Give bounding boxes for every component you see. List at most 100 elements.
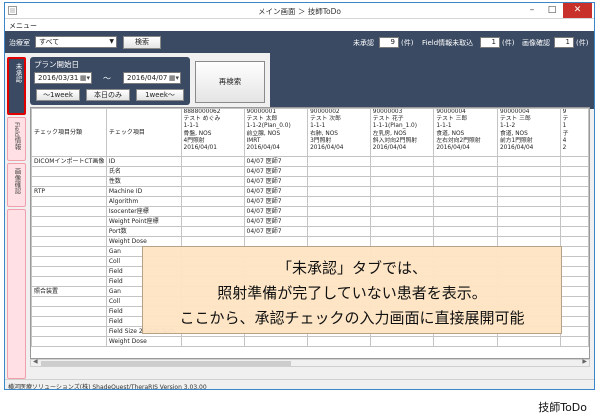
grid-cell[interactable] — [180, 206, 245, 217]
grid-cell[interactable] — [307, 166, 371, 177]
calendar-icon[interactable]: ▦▾ — [80, 73, 90, 83]
search-button[interactable]: 検索 — [123, 36, 161, 49]
grid-cell[interactable] — [559, 226, 589, 237]
grid-cell[interactable] — [559, 266, 589, 277]
grid-cell[interactable] — [369, 336, 435, 347]
grid-cell[interactable]: 04/07 医師7 — [243, 176, 309, 187]
grid-cell[interactable] — [496, 186, 561, 197]
table-row[interactable]: Algorithm 04/07 医師7 — [31, 196, 589, 207]
grid-cell[interactable] — [369, 236, 435, 247]
research-button[interactable]: 再検索 — [195, 61, 265, 103]
grid-cell[interactable] — [559, 156, 589, 167]
horizontal-scrollbar[interactable]: ◀ ▶ — [30, 358, 590, 367]
patient-column-header[interactable]: 90000004 テスト 三郎 1-1-2 食道, NOS 前方1門照射 2016/04/… — [496, 108, 561, 157]
grid-cell[interactable] — [369, 196, 435, 207]
grid-cell[interactable]: 04/07 医師7 — [243, 226, 309, 237]
menu-item-menu[interactable]: メニュー — [9, 21, 37, 31]
grid-cell[interactable]: 04/07 医師7 — [243, 156, 309, 167]
tab-field-info[interactable]: Field情報 — [7, 117, 26, 161]
grid-cell[interactable] — [559, 216, 589, 227]
grid-cell[interactable]: 04/07 医師7 — [243, 186, 309, 197]
date-to-field[interactable]: 2016/04/07 ▦▾ — [123, 72, 181, 84]
grid-cell[interactable] — [180, 156, 245, 167]
patient-column-header[interactable]: 90000004 テスト 三郎 1-1-1 食道, NOS 左右対向2門照射 2016/0… — [433, 108, 498, 157]
grid-cell[interactable] — [559, 236, 589, 247]
today-only-button[interactable]: 本日のみ — [86, 89, 130, 101]
grid-cell[interactable] — [559, 326, 589, 337]
calendar-icon[interactable]: ▦▾ — [169, 73, 179, 83]
minimize-icon[interactable]: – — [522, 3, 542, 18]
grid-cell[interactable] — [180, 166, 245, 177]
grid-cell[interactable] — [496, 196, 561, 207]
grid-cell[interactable] — [180, 176, 245, 187]
table-row[interactable]: 性数 04/07 医師7 — [31, 176, 589, 187]
grid-cell[interactable] — [433, 156, 498, 167]
grid-cell[interactable] — [307, 156, 371, 167]
grid-cell[interactable] — [559, 196, 589, 207]
grid-cell[interactable] — [559, 306, 589, 317]
prev-week-button[interactable]: ～1week — [36, 89, 80, 101]
grid-cell[interactable] — [559, 296, 589, 307]
grid-cell[interactable] — [369, 166, 435, 177]
table-row[interactable]: RTP Machine ID 04/07 医師7 — [31, 186, 589, 197]
grid-cell[interactable] — [433, 336, 498, 347]
grid-cell[interactable] — [307, 196, 371, 207]
tab-image-check[interactable]: 画像確認 — [7, 163, 26, 207]
grid-cell[interactable] — [496, 216, 561, 227]
grid-cell[interactable] — [369, 216, 435, 227]
grid-cell[interactable] — [433, 186, 498, 197]
grid-cell[interactable] — [369, 226, 435, 237]
grid-cell[interactable] — [180, 186, 245, 197]
scroll-left-icon[interactable]: ◀ — [33, 358, 38, 365]
grid-cell[interactable] — [559, 246, 589, 257]
tab-unapproved[interactable]: 未承認 — [7, 57, 26, 115]
table-row[interactable]: 氏名 04/07 医師7 — [31, 166, 589, 177]
scrollbar-thumb[interactable] — [41, 361, 291, 366]
room-select[interactable]: すべて ▼ — [35, 36, 117, 48]
next-week-button[interactable]: 1week～ — [136, 89, 184, 101]
grid-cell[interactable] — [307, 176, 371, 187]
grid-cell[interactable] — [496, 166, 561, 177]
grid-cell[interactable] — [559, 276, 589, 287]
grid-cell[interactable] — [307, 226, 371, 237]
grid-cell[interactable] — [559, 186, 589, 197]
patient-column-header[interactable]: 90000001 テスト 太郎 1-1-2(Plan_0.0) 前立腺, NOS IMR… — [243, 108, 309, 157]
grid-cell[interactable] — [559, 166, 589, 177]
grid-cell[interactable] — [496, 236, 561, 247]
grid-cell[interactable] — [307, 216, 371, 227]
grid-cell[interactable] — [433, 176, 498, 187]
scroll-right-icon[interactable]: ▶ — [582, 358, 587, 365]
date-from-field[interactable]: 2016/03/31 ▦▾ — [34, 72, 92, 84]
grid-cell[interactable]: 04/07 医師7 — [243, 196, 309, 207]
grid-cell[interactable] — [433, 206, 498, 217]
grid-cell[interactable] — [496, 226, 561, 237]
grid-cell[interactable] — [559, 316, 589, 327]
grid-cell[interactable] — [559, 176, 589, 187]
grid-cell[interactable] — [559, 256, 589, 267]
table-row[interactable]: DICOMインポートCT画像 ID 04/07 医師7 — [31, 156, 589, 167]
grid-cell[interactable] — [496, 156, 561, 167]
patient-column-header[interactable]: 90000002 テスト 次郎 1-1-1 右肺, NOS 3門照射 2016/04/04 — [307, 108, 371, 157]
grid-cell[interactable] — [307, 336, 371, 347]
grid-cell[interactable] — [369, 156, 435, 167]
grid-cell[interactable] — [559, 206, 589, 217]
patient-column-header[interactable]: 90000003 テスト 花子 1-1-1(Plan_1.0) 左乳房, NOS 斜入対… — [369, 108, 435, 157]
grid-cell[interactable] — [496, 336, 561, 347]
grid-cell[interactable] — [433, 226, 498, 237]
grid-cell[interactable] — [307, 236, 371, 247]
grid-cell[interactable] — [433, 236, 498, 247]
close-icon[interactable]: ✕ — [563, 3, 592, 18]
grid-cell[interactable]: 04/07 医師7 — [243, 216, 309, 227]
grid-cell[interactable] — [243, 336, 309, 347]
patient-column-header[interactable]: 9テ1子42 — [559, 108, 589, 157]
grid-cell[interactable] — [496, 206, 561, 217]
grid-cell[interactable] — [433, 216, 498, 227]
grid-cell[interactable]: 04/07 医師7 — [243, 206, 309, 217]
grid-cell[interactable]: 04/07 医師7 — [243, 166, 309, 177]
table-row[interactable]: Weight Dose — [31, 336, 589, 347]
grid-cell[interactable] — [243, 236, 309, 247]
grid-cell[interactable] — [559, 286, 589, 297]
table-row[interactable]: Weight Dose — [31, 236, 589, 247]
grid-cell[interactable] — [433, 196, 498, 207]
grid-cell[interactable] — [180, 226, 245, 237]
